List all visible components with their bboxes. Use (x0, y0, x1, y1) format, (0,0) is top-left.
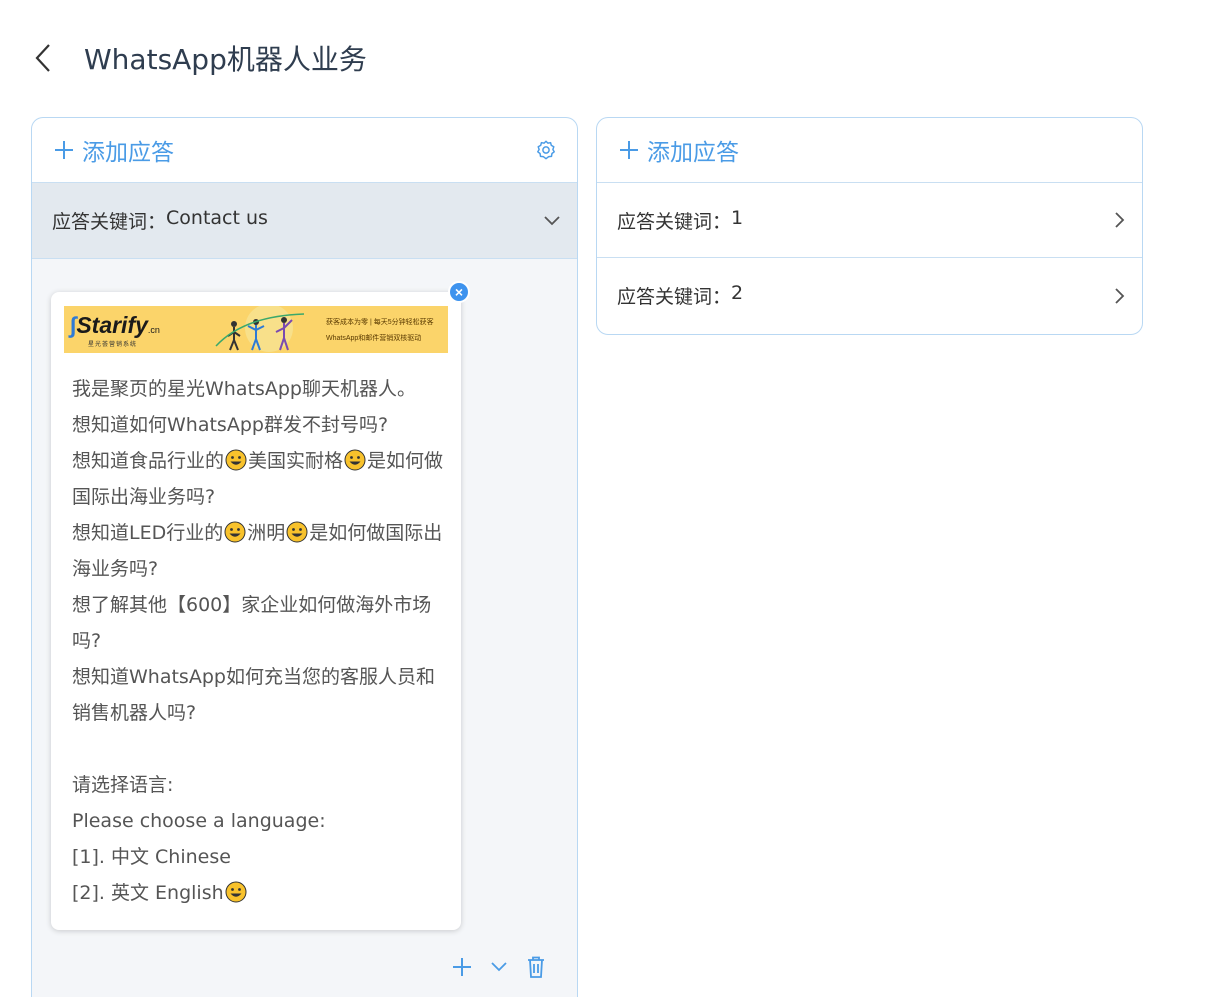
banner-tagline-1: 获客成本为零 | 每天5分钟轻松获客 (326, 319, 434, 326)
panel-header: 添加应答 (32, 118, 577, 183)
banner-subtitle: 星光荟营销系统 (88, 342, 138, 348)
smiley-emoji-icon (225, 881, 247, 903)
starify-banner-image: ∫Starify.cn 星光荟营销系统 获客成本为零 | 每天5分钟轻松获客 W… (64, 306, 448, 353)
keyword-row-contact-us[interactable]: 应答关键词： Contact us (32, 183, 577, 259)
message-actions (452, 956, 546, 978)
chevron-down-icon[interactable] (543, 215, 561, 227)
gear-icon[interactable] (535, 139, 557, 161)
add-answer-label: 添加应答 (82, 140, 174, 166)
keyword-label: 应答关键词： (617, 286, 732, 308)
banner-logo: ∫Starify.cn (70, 312, 160, 338)
page-header: WhatsApp机器人业务 (34, 38, 367, 78)
keyword-value: Contact us (166, 207, 268, 229)
message-line: 想了解其他【600】家企业如何做海外市场吗? (72, 594, 432, 652)
message-line: 请选择语言: (72, 774, 174, 796)
smiley-emoji-icon (224, 521, 246, 543)
chevron-right-icon[interactable] (1114, 287, 1126, 305)
message-body: 我是聚页的星光WhatsApp聊天机器人。 想知道如何WhatsApp群发不封号吗… (72, 371, 444, 911)
keyword-label: 应答关键词： (52, 211, 167, 233)
keyword-label: 应答关键词： (617, 210, 732, 233)
plus-icon (54, 140, 74, 160)
message-line: 我是聚页的星光WhatsApp聊天机器人。 (72, 378, 416, 400)
banner-illustration (215, 306, 305, 352)
add-answer-button[interactable]: 添加应答 (619, 133, 739, 167)
message-card: ∫Starify.cn 星光荟营销系统 获客成本为零 | 每天5分钟轻松获客 W… (51, 292, 461, 930)
message-line: 想知道WhatsApp如何充当您的客服人员和销售机器人吗? (72, 666, 435, 724)
smiley-emoji-icon (286, 521, 308, 543)
keyword-value: 1 (731, 206, 744, 229)
banner-tagline-2: WhatsApp和邮件营销双核驱动 (326, 335, 422, 342)
plus-icon (619, 140, 639, 160)
message-line: [2]. 英文 English (72, 875, 444, 911)
trash-icon[interactable] (526, 956, 546, 978)
chevron-down-icon[interactable] (490, 961, 508, 973)
smiley-emoji-icon (225, 449, 247, 471)
answer-panel-left: 添加应答 应答关键词： Contact us ∫Starify.cn 星光荟营销… (31, 117, 578, 997)
add-answer-button[interactable]: 添加应答 (54, 133, 174, 167)
add-answer-label: 添加应答 (647, 140, 739, 166)
message-line: [1]. 中文 Chinese (72, 846, 231, 868)
plus-icon[interactable] (452, 957, 472, 977)
chevron-right-icon[interactable] (1114, 211, 1126, 229)
message-line: Please choose a language: (72, 810, 326, 832)
keyword-row-2[interactable]: 应答关键词： 2 (597, 258, 1142, 333)
close-icon[interactable]: × (448, 281, 470, 303)
keyword-value: 2 (731, 282, 744, 304)
message-line: 想知道食品行业的 美国实耐格 是如何做国际出海业务吗? (72, 449, 444, 508)
back-arrow-icon[interactable] (34, 38, 62, 78)
answer-content-area: ∫Starify.cn 星光荟营销系统 获客成本为零 | 每天5分钟轻松获客 W… (32, 259, 577, 997)
message-line: 想知道LED行业的 洲明 是如何做国际出海业务吗? (72, 521, 443, 580)
panel-header: 添加应答 (597, 118, 1142, 183)
message-line (72, 731, 444, 767)
keyword-row-1[interactable]: 应答关键词： 1 (597, 183, 1142, 258)
message-line: 想知道如何WhatsApp群发不封号吗? (72, 414, 389, 436)
page-title: WhatsApp机器人业务 (84, 43, 367, 76)
smiley-emoji-icon (344, 449, 366, 471)
answer-panel-right: 添加应答 应答关键词： 1 应答关键词： 2 (596, 117, 1143, 335)
